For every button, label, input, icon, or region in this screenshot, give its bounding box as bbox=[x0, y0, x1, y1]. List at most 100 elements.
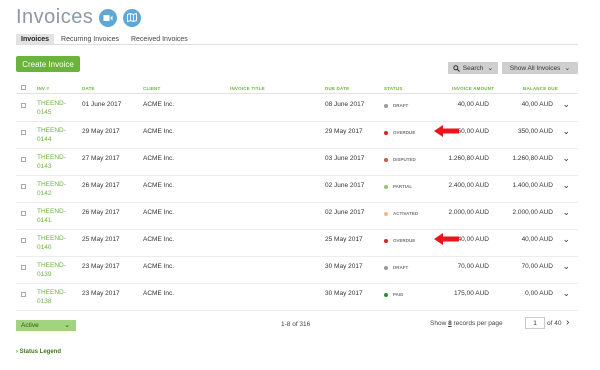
invoice-date: 27 May 2017 bbox=[82, 155, 120, 162]
table-row[interactable]: THEEND- 0139 23 May 2017 ACME Inc. 30 May 2… bbox=[16, 257, 578, 284]
client-name: ACME Inc. bbox=[143, 155, 175, 162]
select-all-checkbox[interactable] bbox=[21, 85, 26, 90]
chevron-down-icon[interactable]: ⌄ bbox=[562, 207, 570, 218]
perpage-prefix: Show bbox=[430, 320, 447, 327]
col-date[interactable]: DATE bbox=[82, 86, 95, 91]
status-label: ACTIVATED bbox=[393, 211, 419, 216]
status-dot-icon bbox=[384, 130, 388, 135]
active-filter-select[interactable]: Active ⌄ bbox=[16, 320, 76, 331]
client-name: ACME Inc. bbox=[143, 290, 175, 297]
due-date: 25 May 2017 bbox=[325, 236, 363, 243]
chevron-down-icon[interactable]: ⌄ bbox=[562, 180, 570, 191]
client-name: ACME Inc. bbox=[143, 128, 175, 135]
balance-due: 40,00 AUD bbox=[521, 101, 553, 108]
pagination-range: 1-8 of 316 bbox=[281, 321, 311, 328]
table-row[interactable]: THEEND- 0145 01 June 2017 ACME Inc. 08 June… bbox=[16, 95, 578, 122]
red-arrow-icon bbox=[434, 125, 459, 137]
invoice-number-link[interactable]: THEEND- 0143 bbox=[37, 153, 66, 171]
status-badge: PAID bbox=[384, 292, 403, 297]
chevron-down-icon: ⌄ bbox=[64, 322, 70, 329]
due-date: 03 June 2017 bbox=[325, 155, 365, 162]
status-label: PAID bbox=[393, 292, 404, 297]
status-dot-icon bbox=[384, 157, 388, 162]
status-dot-icon bbox=[384, 292, 388, 297]
video-icon[interactable] bbox=[99, 8, 118, 27]
table-row[interactable]: THEEND- 0144 29 May 2017 ACME Inc. 29 May 2… bbox=[16, 122, 578, 149]
perpage-suffix: records per page bbox=[453, 320, 503, 327]
col-balance-due[interactable]: BALANCE DUE bbox=[523, 86, 558, 91]
chevron-down-icon[interactable]: ⌄ bbox=[562, 126, 570, 137]
invoice-number-link[interactable]: THEEND- 0140 bbox=[37, 234, 66, 252]
create-invoice-button[interactable]: Create Invoice bbox=[16, 56, 80, 72]
col-invoice-title[interactable]: INVOICE TITLE bbox=[230, 86, 265, 91]
invoice-date: 23 May 2017 bbox=[82, 290, 120, 297]
invoice-amount: 40,00 AUD bbox=[457, 101, 489, 108]
table-row[interactable]: THEEND- 0142 26 May 2017 ACME Inc. 02 June … bbox=[16, 176, 578, 203]
status-legend-label: Status Legend bbox=[19, 349, 62, 355]
col-invoice-amount[interactable]: INVOICE AMOUNT bbox=[452, 86, 494, 91]
table-row[interactable]: THEEND- 0138 23 May 2017 ACME Inc. 30 May 2… bbox=[16, 284, 578, 311]
status-legend-toggle[interactable]: › Status Legend bbox=[16, 349, 61, 355]
client-name: ACME Inc. bbox=[143, 236, 175, 243]
status-label: PARTIAL bbox=[393, 184, 413, 189]
row-checkbox[interactable] bbox=[21, 157, 26, 162]
page-number-input[interactable]: 1 bbox=[525, 317, 545, 329]
col-inv[interactable]: INV # bbox=[37, 86, 49, 91]
active-filter-label: Active bbox=[21, 322, 39, 329]
row-checkbox[interactable] bbox=[21, 292, 26, 297]
balance-due: 2.000,00 AUD bbox=[512, 209, 553, 216]
row-checkbox[interactable] bbox=[21, 265, 26, 270]
status-dot-icon bbox=[384, 211, 388, 216]
search-label: Search bbox=[462, 64, 484, 72]
due-date: 30 May 2017 bbox=[325, 290, 363, 297]
map-icon[interactable] bbox=[123, 8, 142, 27]
invoice-number-link[interactable]: THEEND- 0138 bbox=[37, 288, 66, 306]
row-checkbox[interactable] bbox=[21, 103, 26, 108]
client-name: ACME Inc. bbox=[143, 263, 175, 270]
status-badge: OVERDUE bbox=[384, 130, 415, 135]
row-checkbox[interactable] bbox=[21, 130, 26, 135]
invoice-amount: 175,00 AUD bbox=[453, 290, 489, 297]
row-checkbox[interactable] bbox=[21, 184, 26, 189]
invoice-amount: 2.400,00 AUD bbox=[448, 182, 489, 189]
tabs-divider bbox=[16, 44, 578, 45]
next-page-icon[interactable]: › bbox=[566, 317, 569, 328]
invoice-date: 23 May 2017 bbox=[82, 263, 120, 270]
invoice-number-link[interactable]: THEEND- 0142 bbox=[37, 180, 66, 198]
status-label: OVERDUE bbox=[393, 238, 416, 243]
col-due-date[interactable]: DUE DATE bbox=[325, 86, 349, 91]
chevron-down-icon[interactable]: ⌄ bbox=[562, 288, 570, 299]
table-row[interactable]: THEEND- 0143 27 May 2017 ACME Inc. 03 June … bbox=[16, 149, 578, 176]
invoice-number-link[interactable]: THEEND- 0144 bbox=[37, 126, 66, 144]
invoice-number-link[interactable]: THEEND- 0145 bbox=[37, 99, 66, 117]
row-checkbox[interactable] bbox=[21, 238, 26, 243]
chevron-down-icon[interactable]: ⌄ bbox=[562, 153, 570, 164]
row-checkbox[interactable] bbox=[21, 211, 26, 216]
invoice-amount: 1.260,80 AUD bbox=[448, 155, 489, 162]
col-status[interactable]: STATUS bbox=[384, 86, 403, 91]
search-button[interactable]: Search ⌄ bbox=[448, 62, 498, 74]
balance-due: 1.400,00 AUD bbox=[512, 182, 553, 189]
chevron-down-icon[interactable]: ⌄ bbox=[562, 261, 570, 272]
status-badge: DRAFT bbox=[384, 265, 408, 270]
status-dot-icon bbox=[384, 265, 388, 270]
status-badge: PARTIAL bbox=[384, 184, 412, 189]
chevron-down-icon[interactable]: ⌄ bbox=[562, 99, 570, 110]
invoice-number-link[interactable]: THEEND- 0141 bbox=[37, 207, 66, 225]
perpage-select[interactable]: 8 bbox=[448, 320, 452, 327]
table-row[interactable]: THEEND- 0141 26 May 2017 ACME Inc. 02 June … bbox=[16, 203, 578, 230]
balance-due: 0,00 AUD bbox=[525, 290, 553, 297]
invoice-date: 25 May 2017 bbox=[82, 236, 120, 243]
balance-due: 40,00 AUD bbox=[521, 236, 553, 243]
chevron-down-icon[interactable]: ⌄ bbox=[562, 234, 570, 245]
col-client[interactable]: CLIENT bbox=[143, 86, 160, 91]
records-per-page: Show 8 records per page bbox=[430, 320, 503, 327]
invoice-date: 29 May 2017 bbox=[82, 128, 120, 135]
show-all-invoices-dropdown[interactable]: Show All Invoices ⌄ bbox=[502, 62, 578, 74]
invoice-number-link[interactable]: THEEND- 0139 bbox=[37, 261, 66, 279]
status-label: DISPUTED bbox=[393, 157, 416, 162]
due-date: 08 June 2017 bbox=[325, 101, 365, 108]
invoice-amount: 70,00 AUD bbox=[457, 263, 489, 270]
table-row[interactable]: THEEND- 0140 25 May 2017 ACME Inc. 25 May 2… bbox=[16, 230, 578, 257]
chevron-right-icon: › bbox=[16, 349, 18, 355]
